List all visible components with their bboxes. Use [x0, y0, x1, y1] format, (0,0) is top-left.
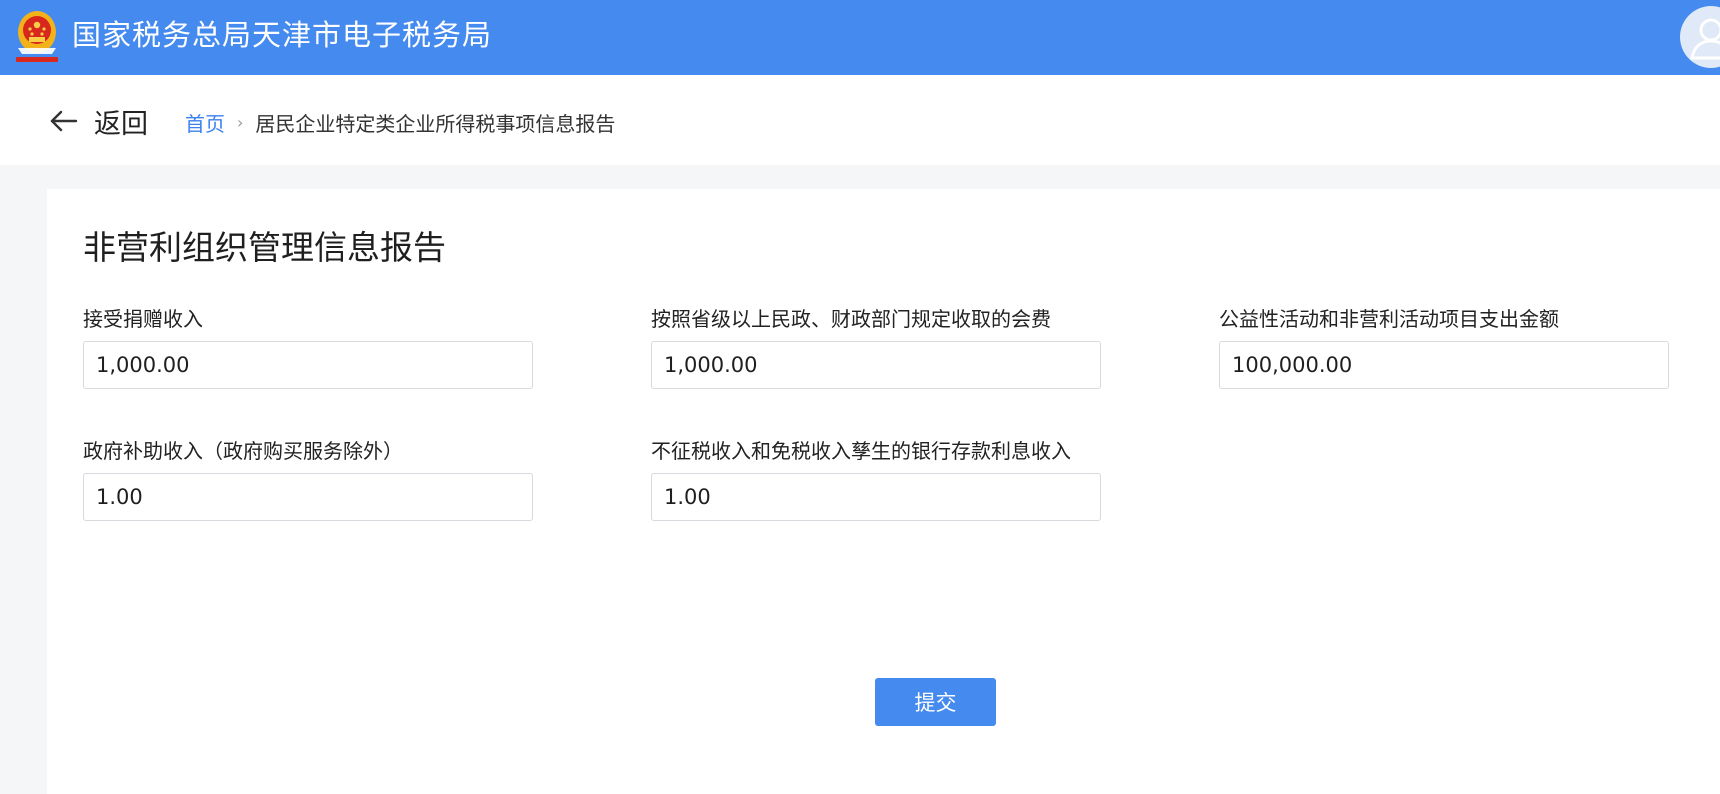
breadcrumb: 首页 › 居民企业特定类企业所得税事项信息报告 [185, 108, 615, 137]
field-label: 按照省级以上民政、财政部门规定收取的会费 [651, 307, 1051, 331]
field-label: 不征税收入和免税收入孳生的银行存款利息收入 [651, 439, 1071, 463]
form-card: 非营利组织管理信息报告 接受捐赠收入 按照省级以上民政、财政部门规定收取的会费 … [47, 189, 1720, 794]
donation-income-field: 接受捐赠收入 [83, 305, 535, 389]
top-header-bar: 国家税务总局天津市电子税务局 [0, 0, 1720, 75]
government-subsidy-field: 政府补助收入（政府购买服务除外） [83, 437, 535, 521]
breadcrumb-home-link[interactable]: 首页 [185, 108, 225, 137]
interest-income-input[interactable] [651, 473, 1101, 521]
public-welfare-expense-field: 公益性活动和非营利活动项目支出金额 [1219, 305, 1671, 389]
user-avatar-icon[interactable] [1680, 6, 1720, 68]
interest-income-field: 不征税收入和免税收入孳生的银行存款利息收入 [651, 437, 1103, 521]
tax-emblem-icon [12, 4, 62, 66]
navigation-bar: 返回 首页 › 居民企业特定类企业所得税事项信息报告 [0, 75, 1720, 165]
submit-button[interactable]: 提交 [875, 678, 996, 726]
membership-fee-input[interactable] [651, 341, 1101, 389]
government-subsidy-input[interactable] [83, 473, 533, 521]
field-label: 公益性活动和非营利活动项目支出金额 [1219, 307, 1559, 331]
app-title: 国家税务总局天津市电子税务局 [72, 18, 493, 52]
page-title: 非营利组织管理信息报告 [83, 228, 446, 267]
public-welfare-expense-input[interactable] [1219, 341, 1669, 389]
back-button[interactable]: 返回 [48, 103, 148, 140]
membership-fee-field: 按照省级以上民政、财政部门规定收取的会费 [651, 305, 1103, 389]
arrow-left-icon [50, 110, 78, 132]
field-label: 政府补助收入（政府购买服务除外） [83, 439, 403, 463]
field-label: 接受捐赠收入 [83, 307, 203, 331]
donation-income-input[interactable] [83, 341, 533, 389]
back-label: 返回 [94, 108, 148, 140]
breadcrumb-current: 居民企业特定类企业所得税事项信息报告 [255, 112, 616, 136]
breadcrumb-separator-icon: › [237, 113, 244, 132]
